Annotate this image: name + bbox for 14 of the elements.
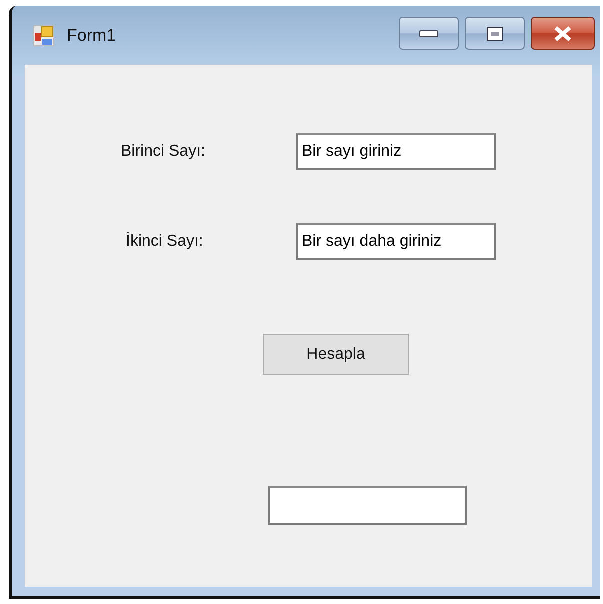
field-label: İkinci Sayı: bbox=[126, 232, 204, 250]
window-title: Form1 bbox=[67, 26, 116, 46]
input-field[interactable]: Bir sayı daha giriniz bbox=[296, 223, 496, 260]
maximize-icon bbox=[486, 26, 504, 42]
maximize-button[interactable] bbox=[465, 17, 525, 50]
result-field[interactable] bbox=[268, 486, 467, 525]
minimize-button[interactable] bbox=[399, 17, 459, 50]
close-button[interactable] bbox=[531, 17, 595, 50]
form-icon bbox=[33, 24, 55, 46]
input-field[interactable]: Bir sayı giriniz bbox=[296, 133, 496, 170]
minimize-icon bbox=[419, 30, 439, 38]
field-label: Birinci Sayı: bbox=[121, 142, 206, 160]
calculate-button[interactable]: Hesapla bbox=[263, 334, 409, 375]
close-icon bbox=[553, 26, 573, 42]
